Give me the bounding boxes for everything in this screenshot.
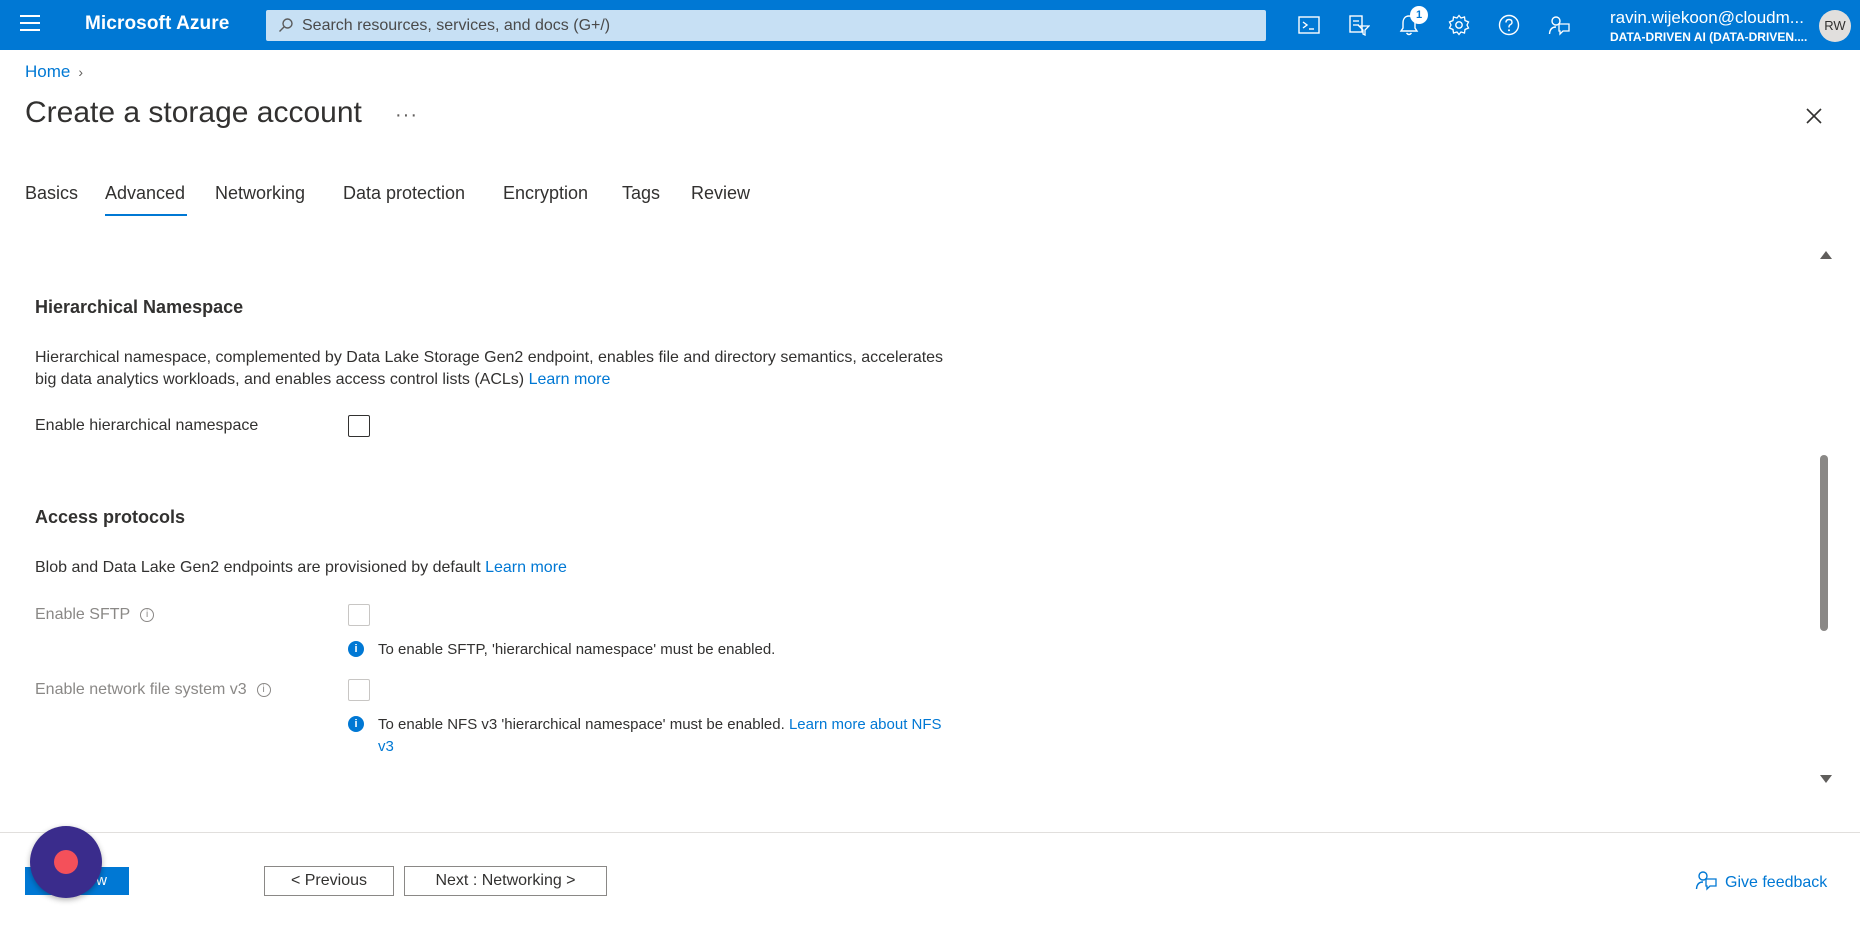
top-navigation-bar: Microsoft Azure 1 ravin.wijekoon@cloudm.… [0,0,1860,50]
info-filled-icon: i [348,641,364,657]
form-content: Hierarchical Namespace Hierarchical name… [0,245,1860,790]
access-learn-more-link[interactable]: Learn more [485,559,567,576]
record-dot-icon [54,850,78,874]
enable-hierarchical-namespace-label: Enable hierarchical namespace [35,417,259,434]
account-email: ravin.wijekoon@cloudm... [1610,8,1804,27]
hierarchical-desc-line-1: Hierarchical namespace, complemented by … [35,349,944,366]
hierarchical-desc-line-2: big data analytics workloads, and enable… [35,371,525,388]
nfs-note-text: To enable NFS v3 'hierarchical namespace… [378,714,948,758]
sftp-note-text: To enable SFTP, 'hierarchical namespace'… [378,641,776,658]
feedback-icon[interactable] [1546,12,1572,38]
brand-name[interactable]: Microsoft Azure [85,13,229,35]
nfs-learn-more-link[interactable]: Learn more about NFS [789,716,942,733]
global-search[interactable] [266,10,1266,41]
breadcrumb-home-link[interactable]: Home [25,62,70,81]
tab-tags[interactable]: Tags [622,183,660,204]
enable-sftp-label: Enable SFTP i [35,606,155,624]
section-title-hierarchical-namespace: Hierarchical Namespace [35,297,244,317]
info-icon[interactable]: i [256,682,271,697]
breadcrumb: Home › [25,62,83,82]
nfs-note-message: To enable NFS v3 'hierarchical namespace… [378,716,785,733]
enable-nfs-v3-label: Enable network file system v3 i [35,681,271,699]
enable-hierarchical-namespace-checkbox[interactable] [348,415,370,437]
next-networking-button[interactable]: Next : Networking > [404,866,607,896]
notification-count-badge: 1 [1410,6,1428,24]
tab-review[interactable]: Review [691,183,750,204]
settings-icon[interactable] [1446,12,1472,38]
cloud-shell-icon[interactable] [1296,12,1322,38]
help-icon[interactable] [1496,12,1522,38]
tab-data-protection[interactable]: Data protection [343,183,465,204]
search-icon [279,18,293,32]
scroll-up-arrow-icon[interactable] [1819,249,1833,261]
access-protocols-description: Blob and Data Lake Gen2 endpoints are pr… [35,557,995,579]
search-input[interactable] [302,10,1252,41]
account-tenant: DATA-DRIVEN AI (DATA-DRIVEN.... [1610,30,1808,44]
enable-sftp-text: Enable SFTP [35,606,131,623]
account-menu[interactable]: ravin.wijekoon@cloudm... DATA-DRIVEN AI … [1610,8,1810,44]
access-desc-text: Blob and Data Lake Gen2 endpoints are pr… [35,559,481,576]
more-options-icon[interactable]: ··· [395,104,418,127]
give-feedback-link[interactable]: Give feedback [1695,869,1827,892]
previous-button[interactable]: < Previous [264,866,394,896]
tab-basics[interactable]: Basics [25,183,78,204]
hierarchical-learn-more-link[interactable]: Learn more [529,371,611,388]
enable-sftp-checkbox[interactable] [348,604,370,626]
directory-filter-icon[interactable] [1346,12,1372,38]
scroll-down-arrow-icon[interactable] [1819,773,1833,785]
nfs-learn-more-link-cont[interactable]: v3 [378,738,394,755]
floating-record-button[interactable] [30,826,102,898]
info-icon[interactable]: i [140,607,155,622]
tab-networking[interactable]: Networking [215,183,305,204]
give-feedback-label: Give feedback [1725,874,1828,891]
feedback-icon [1695,871,1717,891]
hierarchical-namespace-description: Hierarchical namespace, complemented by … [35,347,995,391]
section-title-access-protocols: Access protocols [35,507,186,527]
wizard-footer: w < Previous Next : Networking > Give fe… [0,832,1860,928]
page-title: Create a storage account [25,96,362,129]
enable-nfs-v3-text: Enable network file system v3 [35,681,247,698]
vertical-scrollbar-thumb[interactable] [1820,455,1828,631]
tab-encryption[interactable]: Encryption [503,183,588,204]
notifications-icon[interactable]: 1 [1396,6,1428,38]
chevron-right-icon: › [78,64,84,80]
enable-nfs-v3-checkbox[interactable] [348,679,370,701]
close-icon[interactable] [1802,104,1826,128]
avatar[interactable]: RW [1819,10,1851,42]
info-filled-icon: i [348,716,364,732]
portal-menu-icon[interactable] [20,15,40,35]
tab-advanced[interactable]: Advanced [105,183,188,216]
